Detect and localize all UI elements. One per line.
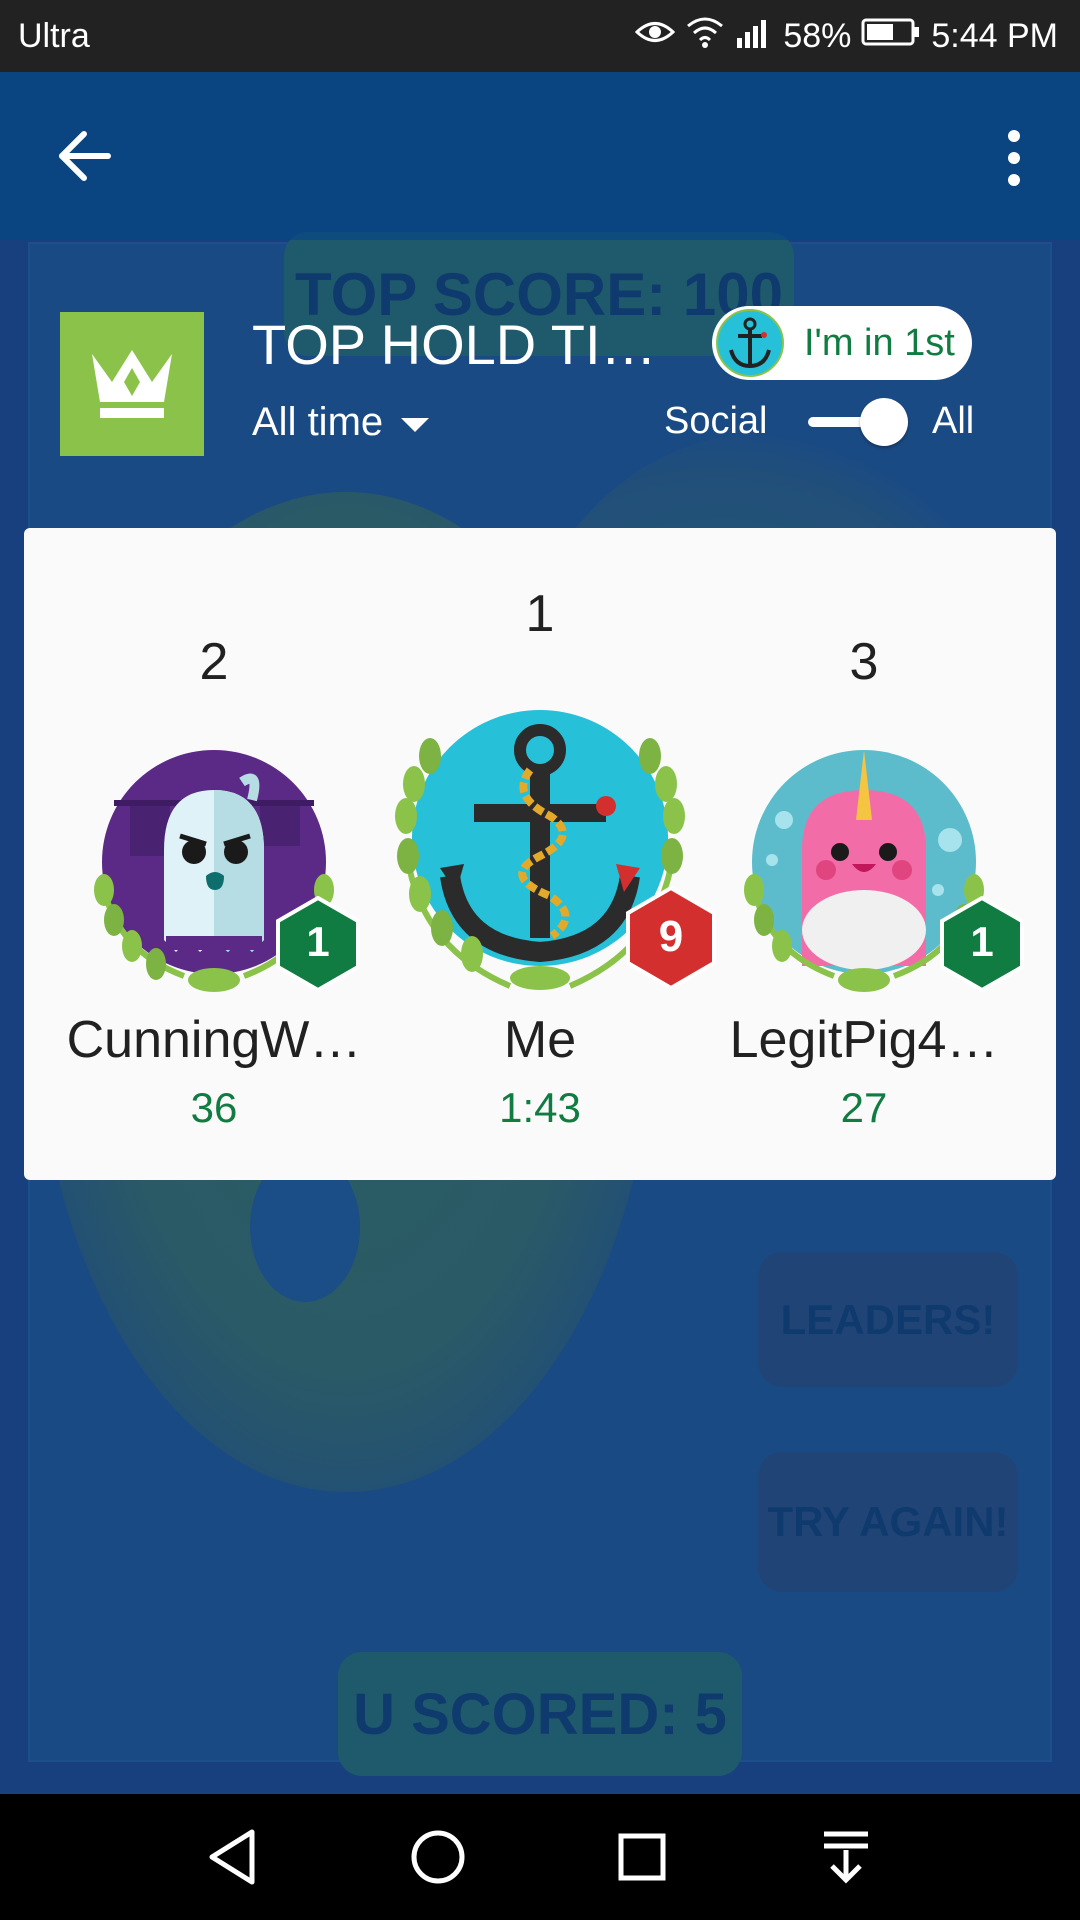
eye-icon — [635, 17, 676, 56]
more-options-button[interactable] — [994, 126, 1034, 190]
time-filter-dropdown[interactable]: All time — [252, 400, 430, 445]
rank-number: 3 — [849, 633, 879, 691]
try-again-button: TRY AGAIN! — [758, 1452, 1018, 1592]
wifi-icon — [685, 16, 725, 57]
time-filter-label: All time — [252, 400, 384, 444]
home-circle-icon — [411, 1830, 465, 1884]
nav-back-button[interactable] — [198, 1824, 270, 1890]
your-score-label: U SCORED: 5 — [338, 1652, 742, 1776]
back-triangle-icon — [209, 1829, 255, 1885]
leaderboard-title: TOP HOLD TI… — [252, 313, 652, 376]
caret-down-icon — [401, 417, 430, 432]
level-number: 1 — [306, 918, 330, 965]
my-rank-label: I'm in 1st — [804, 321, 955, 364]
level-badge: 9 — [626, 885, 716, 991]
navigation-bar — [0, 1794, 1080, 1920]
anchor-avatar-icon — [716, 309, 784, 377]
level-number: 1 — [970, 918, 994, 965]
player-score: 36 — [190, 1084, 238, 1131]
notification-pull-icon — [824, 1831, 868, 1884]
rank-number: 2 — [199, 633, 229, 691]
clock: 5:44 PM — [931, 16, 1058, 55]
arrow-left-icon — [59, 131, 111, 181]
nav-home-button[interactable] — [402, 1824, 474, 1890]
leaders-button: LEADERS! — [758, 1252, 1018, 1387]
player-name: Me — [503, 1011, 577, 1069]
carrier-label: Ultra — [18, 16, 90, 55]
player-score: 1:43 — [499, 1084, 581, 1131]
more-vert-icon — [1008, 130, 1020, 186]
battery-icon — [861, 17, 921, 56]
status-bar: Ultra 58% 5:44 PM — [0, 0, 1080, 72]
nav-notifications-button[interactable] — [810, 1824, 882, 1890]
all-label: All — [932, 400, 975, 442]
social-all-toggle[interactable] — [808, 398, 908, 446]
app-bar — [0, 72, 1080, 240]
rank-number: 1 — [525, 585, 555, 643]
signal-icon — [735, 16, 773, 57]
battery-percent: 58% — [783, 16, 852, 55]
crown-icon — [92, 350, 172, 418]
player-name: LegitPig4… — [729, 1011, 999, 1069]
podium-card: 2 1 CunningW… 36 1 9 Me 1:43 3 1 LegitPi… — [24, 528, 1056, 1180]
my-rank-chip[interactable]: I'm in 1st — [712, 306, 972, 380]
back-button[interactable] — [52, 128, 116, 184]
level-badge: 1 — [940, 895, 1024, 993]
leaderboard-icon — [60, 312, 204, 456]
level-badge: 1 — [276, 895, 360, 993]
player-name: CunningW… — [66, 1011, 362, 1069]
player-score: 27 — [840, 1084, 888, 1131]
nav-recents-button[interactable] — [606, 1824, 678, 1890]
recents-square-icon — [618, 1833, 666, 1881]
social-label: Social — [664, 400, 768, 442]
level-number: 9 — [658, 912, 684, 961]
toggle-thumb — [860, 398, 908, 446]
